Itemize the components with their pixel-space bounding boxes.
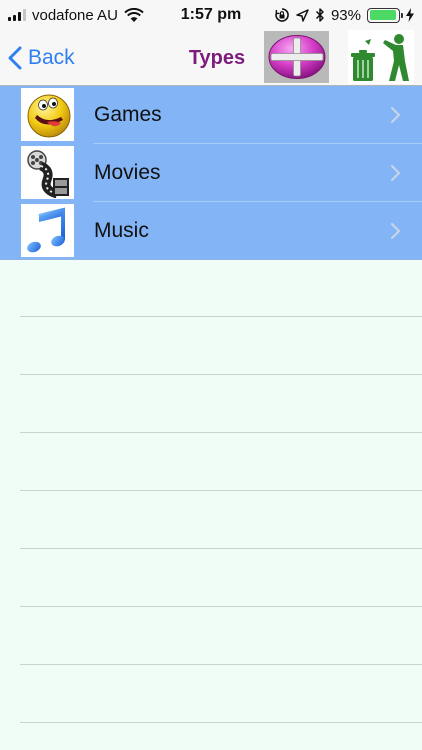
types-list: Games Movies Music bbox=[0, 86, 422, 260]
page-title: Types bbox=[188, 47, 246, 69]
list-item-thumbnail bbox=[21, 146, 74, 199]
list-item-music[interactable]: Music bbox=[0, 202, 422, 260]
chevron-right-icon bbox=[390, 106, 401, 124]
empty-row-separator bbox=[20, 374, 422, 375]
orientation-lock-icon bbox=[275, 8, 289, 22]
music-note-icon bbox=[26, 206, 65, 252]
empty-row-separator bbox=[20, 606, 422, 607]
battery-percent: 93% bbox=[330, 6, 361, 24]
film-reel-icon bbox=[26, 149, 69, 198]
chevron-right-icon bbox=[390, 164, 401, 182]
status-bar: vodafone AU 1:57 pm 93% bbox=[0, 0, 422, 30]
empty-row-separator bbox=[20, 722, 422, 723]
list-item-thumbnail bbox=[21, 88, 74, 141]
empty-row-separator bbox=[20, 548, 422, 549]
list-item-label: Games bbox=[94, 103, 162, 126]
bluetooth-icon bbox=[315, 8, 324, 22]
back-button-label: Back bbox=[28, 46, 75, 69]
charging-bolt-icon bbox=[406, 8, 414, 22]
list-item-thumbnail bbox=[21, 204, 74, 257]
back-button[interactable]: Back bbox=[8, 42, 75, 74]
trash-person-icon bbox=[351, 34, 409, 81]
list-item-games[interactable]: Games bbox=[0, 86, 422, 144]
location-arrow-icon bbox=[296, 8, 309, 22]
pacman-icon bbox=[27, 94, 70, 137]
add-button[interactable] bbox=[264, 31, 329, 83]
signal-strength-icon bbox=[8, 9, 26, 21]
empty-row-separator bbox=[20, 432, 422, 433]
battery-icon bbox=[367, 7, 403, 23]
chevron-left-icon bbox=[8, 46, 22, 70]
carrier-name: vodafone AU bbox=[32, 6, 118, 24]
list-item-label: Music bbox=[94, 219, 149, 242]
chevron-right-icon bbox=[390, 222, 401, 240]
empty-row-separator bbox=[20, 664, 422, 665]
plus-circle-icon bbox=[268, 35, 325, 79]
empty-row-separator bbox=[20, 490, 422, 491]
delete-button[interactable] bbox=[348, 30, 414, 84]
list-item-movies[interactable]: Movies bbox=[0, 144, 422, 202]
battery-level-fill bbox=[369, 10, 396, 20]
wifi-icon bbox=[124, 7, 144, 22]
list-item-label: Movies bbox=[94, 161, 161, 184]
navigation-bar: Back Types bbox=[0, 30, 422, 86]
empty-row-separator bbox=[20, 316, 422, 317]
